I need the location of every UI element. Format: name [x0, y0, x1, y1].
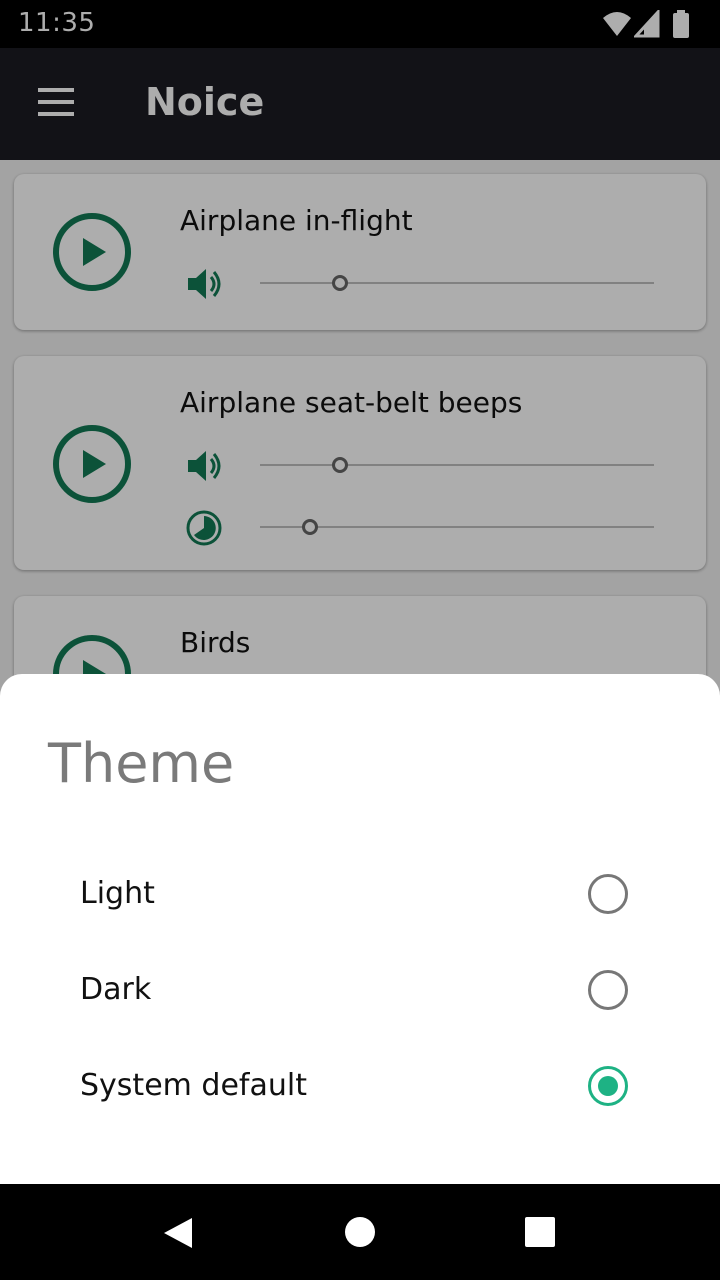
theme-option-system-default[interactable]: System default [0, 1038, 720, 1134]
back-icon[interactable] [162, 1216, 194, 1250]
option-label: System default [80, 1068, 307, 1103]
theme-option-light[interactable]: Light [0, 846, 720, 942]
option-label: Dark [80, 972, 152, 1007]
navigation-bar [0, 1184, 720, 1280]
dialog-title: Theme [48, 732, 235, 795]
option-label: Light [80, 876, 155, 911]
radio-button[interactable] [588, 874, 628, 914]
recents-icon[interactable] [524, 1216, 556, 1248]
radio-button-selected[interactable] [588, 1066, 628, 1106]
home-icon[interactable] [344, 1216, 376, 1248]
theme-option-dark[interactable]: Dark [0, 942, 720, 1038]
radio-button[interactable] [588, 970, 628, 1010]
radio-dot [598, 1076, 618, 1096]
theme-dialog: Theme Light Dark System default [0, 674, 720, 1184]
